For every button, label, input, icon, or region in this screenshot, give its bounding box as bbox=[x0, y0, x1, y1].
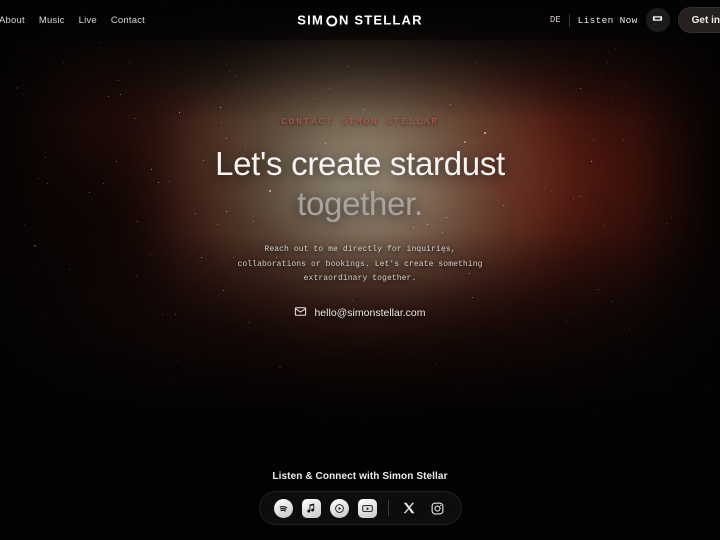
youtube-icon[interactable] bbox=[357, 498, 377, 518]
site-logo[interactable]: SIM N STELLAR bbox=[297, 13, 422, 28]
spotify-icon[interactable] bbox=[273, 498, 293, 518]
apple-music-icon[interactable] bbox=[301, 498, 321, 518]
site-footer: Listen & Connect with Simon Stellar bbox=[0, 462, 720, 540]
site-header: About Music Live Contact SIM N STELLAR D… bbox=[0, 0, 720, 40]
page-root: About Music Live Contact SIM N STELLAR D… bbox=[0, 0, 720, 540]
nav-item-about[interactable]: About bbox=[0, 15, 25, 26]
primary-navigation: About Music Live Contact bbox=[0, 15, 145, 26]
instagram-icon[interactable] bbox=[428, 499, 447, 518]
hero-content: CONTACT SIMON STELLAR Let's create stard… bbox=[0, 0, 720, 462]
ticket-icon bbox=[652, 11, 663, 29]
logo-text-before: SIM bbox=[297, 12, 324, 28]
header-divider bbox=[568, 13, 570, 27]
header-actions: DE Listen Now Get in bbox=[550, 7, 720, 33]
get-in-touch-button[interactable]: Get in bbox=[677, 7, 720, 33]
hero-eyebrow: CONTACT SIMON STELLAR bbox=[281, 116, 439, 127]
x-twitter-icon[interactable] bbox=[400, 499, 419, 518]
nav-item-music[interactable]: Music bbox=[39, 15, 65, 26]
logo-text-after: N STELLAR bbox=[338, 12, 423, 28]
ticket-button[interactable] bbox=[645, 8, 670, 32]
email-address-text: hello@simonstellar.com bbox=[314, 307, 426, 320]
nav-item-contact[interactable]: Contact bbox=[111, 15, 145, 26]
nav-item-live[interactable]: Live bbox=[79, 15, 97, 26]
eclipse-circle-icon bbox=[325, 15, 337, 27]
headline-line-1: Let's create stardust bbox=[215, 144, 505, 182]
email-link[interactable]: hello@simonstellar.com bbox=[294, 305, 426, 321]
hero-headline: Let's create stardust together. bbox=[215, 144, 505, 224]
envelope-icon bbox=[294, 305, 307, 321]
hero-description: Reach out to me directly for inquiries, … bbox=[237, 244, 483, 284]
social-links-bar bbox=[258, 491, 462, 525]
language-switcher[interactable]: DE bbox=[550, 15, 561, 25]
listen-now-link[interactable]: Listen Now bbox=[578, 15, 638, 26]
footer-title: Listen & Connect with Simon Stellar bbox=[272, 471, 448, 482]
social-divider bbox=[387, 500, 389, 516]
headline-line-2: together. bbox=[297, 184, 423, 222]
amazon-music-icon[interactable] bbox=[329, 498, 349, 518]
cta-label: Get in bbox=[691, 14, 720, 26]
